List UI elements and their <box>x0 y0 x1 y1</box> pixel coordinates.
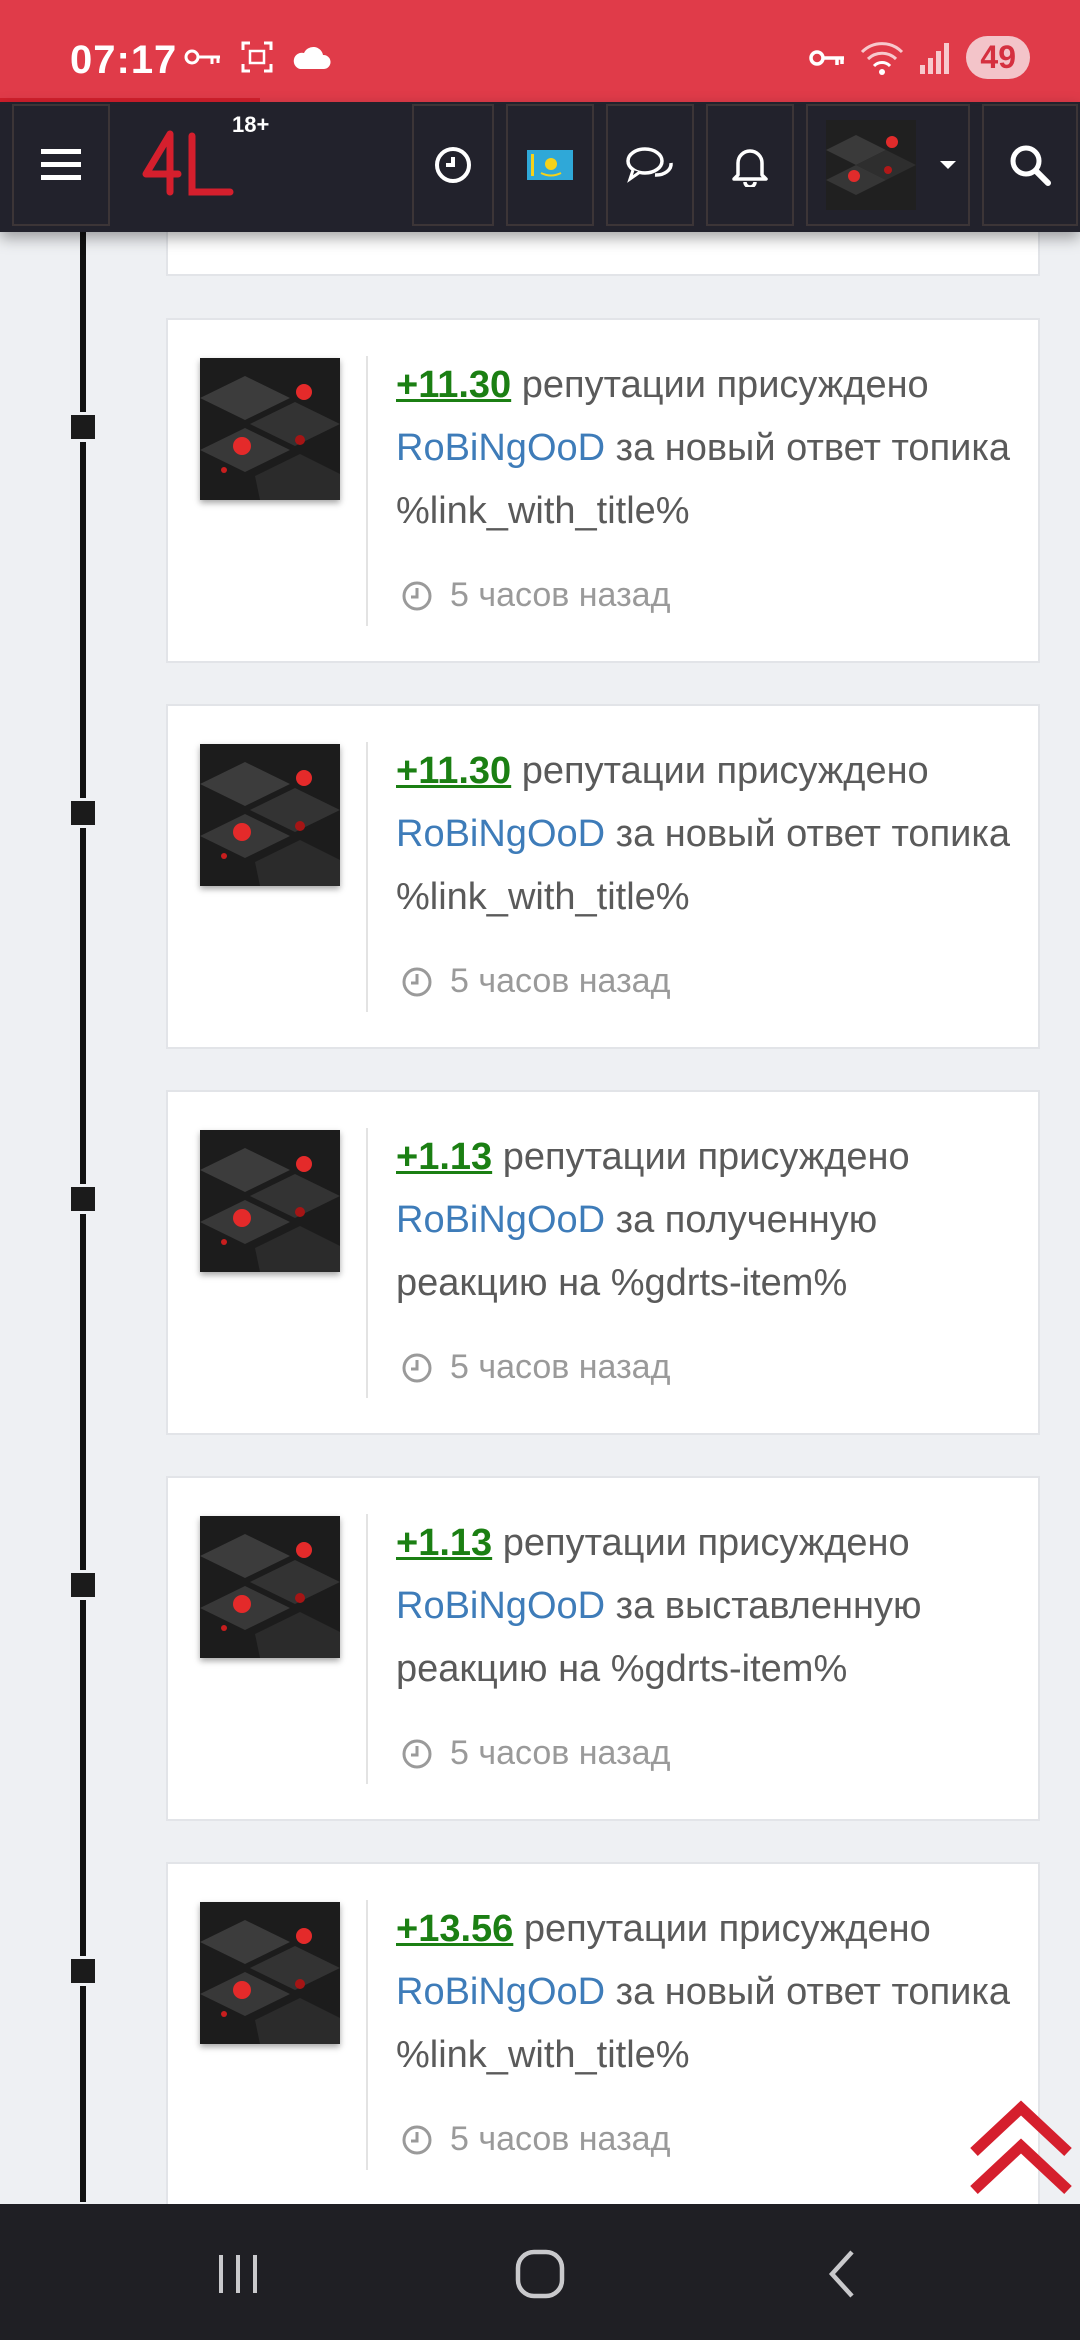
menu-icon <box>41 149 81 180</box>
clock-icon <box>402 967 432 996</box>
menu-button[interactable] <box>12 104 110 226</box>
username-link[interactable]: RoBiNgOoD <box>396 813 605 855</box>
notifications-button[interactable] <box>706 104 794 226</box>
recent-activity-button[interactable] <box>412 104 494 226</box>
username-link[interactable]: RoBiNgOoD <box>396 427 605 469</box>
feed-text: +11.30 репутации присуждено RoBiNgOoD за… <box>396 354 1016 543</box>
recents-icon <box>219 2255 257 2293</box>
feed-card: +11.30 репутации присуждено RoBiNgOoD за… <box>166 318 1040 663</box>
reputation-points-link[interactable]: +11.30 <box>396 364 511 406</box>
messages-button[interactable] <box>606 104 694 226</box>
user-avatar[interactable] <box>200 1902 340 2044</box>
feed-time: 5 часов назад <box>450 2120 671 2158</box>
chat-icon <box>626 147 673 183</box>
feed-prefix: репутации присуждено <box>521 364 929 406</box>
user-avatar[interactable] <box>200 1130 340 1272</box>
timeline-dot <box>68 412 98 442</box>
status-time: 07:17 <box>70 38 178 82</box>
clock-icon <box>435 147 471 183</box>
feed-timestamp: 5 часов назад <box>400 576 670 615</box>
reputation-points-link[interactable]: +13.56 <box>396 1908 513 1950</box>
flag-kazakhstan-icon <box>527 150 573 180</box>
cloud-icon <box>293 46 331 69</box>
feed-prefix: репутации присуждено <box>502 1522 910 1564</box>
feed-timestamp: 5 часов назад <box>400 1348 670 1387</box>
clock-icon <box>402 1353 432 1382</box>
feed-text: +13.56 репутации присуждено RoBiNgOoD за… <box>396 1898 1016 2087</box>
system-nav-bar <box>0 2204 1080 2340</box>
chevron-down-icon <box>940 161 956 169</box>
feed-timestamp: 5 часов назад <box>400 962 670 1001</box>
feed-time: 5 часов назад <box>450 1348 671 1386</box>
timeline-dot <box>68 798 98 828</box>
search-button[interactable] <box>982 104 1078 226</box>
recents-button[interactable] <box>198 2234 278 2314</box>
feed-text: +1.13 репутации присуждено RoBiNgOoD за … <box>396 1126 1016 1315</box>
feed-time: 5 часов назад <box>450 576 671 614</box>
clock-icon <box>402 1739 432 1768</box>
username-link[interactable]: RoBiNgOoD <box>396 1585 605 1627</box>
username-link[interactable]: RoBiNgOoD <box>396 1971 605 2013</box>
site-logo[interactable] <box>140 126 240 206</box>
feed-timestamp: 5 часов назад <box>400 1734 670 1773</box>
clock-icon <box>402 581 432 610</box>
screenshot-icon <box>241 41 273 73</box>
username-link[interactable]: RoBiNgOoD <box>396 1199 605 1241</box>
key-icon <box>184 49 220 65</box>
reputation-points-link[interactable]: +1.13 <box>396 1522 492 1564</box>
search-icon <box>1010 145 1051 186</box>
wifi-icon <box>861 41 904 75</box>
timeline-dot <box>68 1956 98 1986</box>
feed-card: +1.13 репутации присуждено RoBiNgOoD за … <box>166 1090 1040 1435</box>
user-avatar[interactable] <box>200 1516 340 1658</box>
feed-prefix: репутации присуждено <box>502 1136 910 1178</box>
feed-time: 5 часов назад <box>450 1734 671 1772</box>
bell-icon <box>732 149 768 187</box>
reputation-points-link[interactable]: +1.13 <box>396 1136 492 1178</box>
battery-level: 49 <box>966 36 1030 79</box>
avatar <box>826 120 916 210</box>
status-bar: 07:17 49 <box>0 0 1080 102</box>
feed-text: +1.13 репутации присуждено RoBiNgOoD за … <box>396 1512 1016 1701</box>
scroll-to-top-button[interactable] <box>966 2094 1076 2204</box>
home-button[interactable] <box>500 2234 580 2314</box>
feed-text: +11.30 репутации присуждено RoBiNgOoD за… <box>396 740 1016 929</box>
feed-time: 5 часов назад <box>450 962 671 1000</box>
feed-prefix: репутации присуждено <box>521 750 929 792</box>
user-avatar[interactable] <box>200 358 340 500</box>
vpn-key-icon <box>809 49 845 66</box>
feed-card: +13.56 репутации присуждено RoBiNgOoD за… <box>166 1862 1040 2207</box>
timeline-dot <box>68 1184 98 1214</box>
signal-icon <box>920 42 950 74</box>
feed-card: +11.30 репутации присуждено RoBiNgOoD за… <box>166 704 1040 1049</box>
home-icon <box>515 2249 565 2299</box>
age-badge: 18+ <box>232 112 270 137</box>
back-icon <box>828 2250 854 2298</box>
back-button[interactable] <box>802 2234 882 2314</box>
app-header: 18+ <box>0 102 1080 232</box>
feed-timestamp: 5 часов назад <box>400 2120 670 2159</box>
timeline-dot <box>68 1570 98 1600</box>
timeline-line <box>80 232 86 2202</box>
reputation-points-link[interactable]: +11.30 <box>396 750 511 792</box>
user-avatar[interactable] <box>200 744 340 886</box>
language-button[interactable] <box>506 104 594 226</box>
user-menu-button[interactable] <box>806 104 970 226</box>
feed-card: +1.13 репутации присуждено RoBiNgOoD за … <box>166 1476 1040 1821</box>
clock-icon <box>402 2125 432 2154</box>
feed-prefix: репутации присуждено <box>523 1908 931 1950</box>
